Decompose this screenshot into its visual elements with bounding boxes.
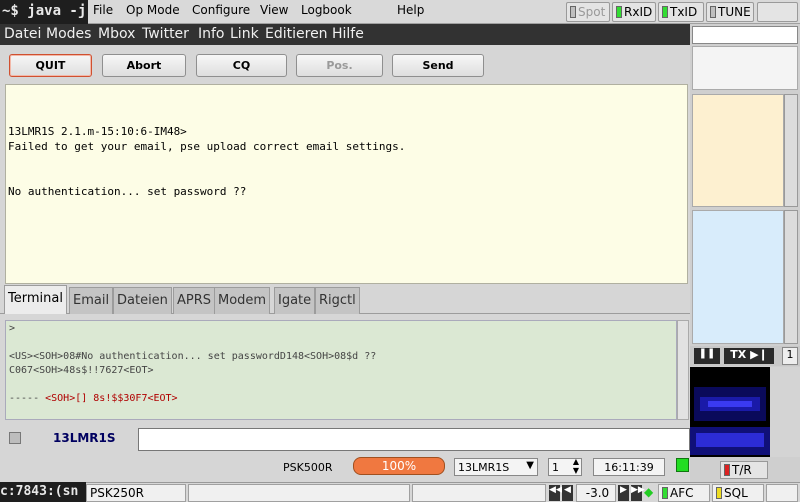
rx-line <box>8 170 687 185</box>
rx-line: No authentication... set password ?? <box>8 185 247 198</box>
prev-prev-icon[interactable]: ◀◀ <box>549 485 563 501</box>
menu-modes[interactable]: Modes <box>46 26 91 42</box>
rxid-button[interactable]: RxID <box>612 2 656 22</box>
spinner-arrows-icon[interactable]: ▲ ▼ <box>573 457 579 475</box>
next-next-icon[interactable]: ▶▶ <box>631 485 645 501</box>
fldigi-menu-configure[interactable]: Configure <box>192 3 250 17</box>
fldigi-log-area <box>692 46 798 90</box>
chevron-down-icon: ▼ <box>526 460 534 471</box>
txid-button[interactable]: TxID <box>658 2 704 22</box>
fldigi-waterfall-controls <box>770 367 800 457</box>
terminal-pane[interactable]: > <US><SOH>08#No authentication... set p… <box>5 320 677 420</box>
spot-led-icon <box>570 6 576 18</box>
menu-info[interactable]: Info <box>198 26 225 42</box>
tr-led-icon <box>724 464 730 476</box>
terminal-line: <US><SOH>08#No authentication... set pas… <box>9 351 377 362</box>
fldigi-log-field[interactable] <box>692 26 798 44</box>
terminal-line: C067<SOH>48s$!!7627<EOT> <box>9 365 154 376</box>
callsign-select[interactable]: 13LMR1S ▼ <box>454 458 538 476</box>
message-input[interactable] <box>138 428 690 451</box>
sql-led-icon <box>716 487 722 499</box>
number-spinner[interactable]: 1 ▲ ▼ <box>548 457 582 476</box>
menu-editieren[interactable]: Editieren <box>265 26 328 42</box>
callsign-label: 13LMR1S <box>53 431 116 445</box>
tab-rigctl[interactable]: Rigctl <box>315 287 360 314</box>
txid-led-icon <box>662 6 668 18</box>
progress-bar: 100% <box>353 457 445 475</box>
next-icon[interactable]: ▶ <box>618 485 629 501</box>
fldigi-transport-bar: ❚❚ TX ▶❙ 1 <box>690 346 800 366</box>
tab-dateien[interactable]: Dateien <box>113 287 172 314</box>
fldigi-page-number[interactable]: 1 <box>782 347 798 365</box>
rxid-led-icon <box>616 6 622 18</box>
app-menubar: Datei Modes Mbox Twitter Info Link Editi… <box>0 24 690 45</box>
menu-twitter[interactable]: Twitter <box>142 26 189 42</box>
menu-link[interactable]: Link <box>230 26 259 42</box>
spinner-value: 1 <box>552 461 559 474</box>
rx-line: Failed to get your email, pse upload cor… <box>8 140 406 153</box>
terminal-line-prefix: ----- <box>9 393 46 404</box>
status-cell-2 <box>188 484 410 502</box>
tune-led-icon <box>710 6 716 18</box>
tab-terminal[interactable]: Terminal <box>4 285 67 314</box>
terminal-line-highlight: <SOH>[] 8s!$$30F7<EOT> <box>45 393 178 404</box>
menu-datei[interactable]: Datei <box>4 26 41 42</box>
tune-button[interactable]: TUNE <box>706 2 754 22</box>
terminal-scrollbar[interactable] <box>677 320 689 420</box>
fldigi-menubar: File Op Mode Configure View Logbook Help… <box>88 0 800 24</box>
fldigi-waterfall[interactable] <box>690 367 770 457</box>
abort-button[interactable]: Abort <box>102 54 186 77</box>
fldigi-rx-text[interactable] <box>692 94 784 207</box>
fldigi-menu-opmode[interactable]: Op Mode <box>126 3 180 17</box>
send-button[interactable]: Send <box>392 54 484 77</box>
rx-line: 13LMR1S 2.1.m-15:10:6-IM48> <box>8 125 187 138</box>
status-cell-end <box>766 484 798 502</box>
mode-label: PSK500R <box>283 461 333 474</box>
spot-button[interactable]: Spot <box>566 2 610 22</box>
terminal-line: ----- <SOH>[] 8s!$$30F7<EOT> <box>9 393 676 407</box>
tab-email[interactable]: Email <box>69 287 114 314</box>
fldigi-menu-logbook[interactable]: Logbook <box>301 3 352 17</box>
terminal-prompt-top: ~$ java -j <box>0 0 88 24</box>
fldigi-menu-help[interactable]: Help <box>397 3 424 17</box>
pos-button[interactable]: Pos. <box>296 54 383 77</box>
menu-hilfe[interactable]: Hilfe <box>332 26 364 42</box>
rx-text-pane[interactable]: 13LMR1S 2.1.m-15:10:6-IM48> Failed to ge… <box>5 84 688 284</box>
tab-modem[interactable]: Modem <box>214 287 271 314</box>
status-indicator <box>676 458 689 472</box>
fldigi-statusbar: PSK250R ◀◀ ◀ -3.0 ▶ ▶▶ ◆ AFC SQL <box>86 482 800 502</box>
terminal-prompt-bottom: c:7843:(sn <box>0 482 86 502</box>
terminal-line: > <box>9 323 16 334</box>
waterfall-graphic <box>690 367 770 457</box>
callsign-select-value: 13LMR1S <box>458 461 510 474</box>
tr-button[interactable]: T/R <box>720 461 768 479</box>
status-value[interactable]: -3.0 <box>576 484 616 502</box>
rx-line <box>8 155 687 170</box>
sql-button[interactable]: SQL <box>712 484 764 502</box>
fldigi-tx-text[interactable] <box>692 210 784 344</box>
tab-igate[interactable]: Igate <box>274 287 316 314</box>
pause-icon[interactable]: ❚❚ <box>694 348 720 364</box>
menu-mbox[interactable]: Mbox <box>98 26 135 42</box>
status-cell-3 <box>412 484 546 502</box>
tab-aprs[interactable]: APRS <box>173 287 216 314</box>
checkbox[interactable] <box>9 432 21 444</box>
fldigi-tx-scrollbar[interactable] <box>784 210 798 344</box>
time-display: 16:11:39 <box>593 458 665 476</box>
fldigi-extra-button[interactable] <box>757 2 798 22</box>
status-mode[interactable]: PSK250R <box>86 484 186 502</box>
fldigi-menu-file[interactable]: File <box>93 3 113 17</box>
quit-button[interactable]: QUIT <box>9 54 92 77</box>
afc-button[interactable]: AFC <box>658 484 710 502</box>
cq-button[interactable]: CQ <box>196 54 287 77</box>
fldigi-rx-scrollbar[interactable] <box>784 94 798 207</box>
tx-button[interactable]: TX ▶❙ <box>724 348 774 364</box>
afc-led-icon <box>662 487 668 499</box>
fldigi-menu-view[interactable]: View <box>260 3 288 17</box>
prev-icon[interactable]: ◀ <box>562 485 573 501</box>
diamond-icon: ◆ <box>644 485 654 499</box>
